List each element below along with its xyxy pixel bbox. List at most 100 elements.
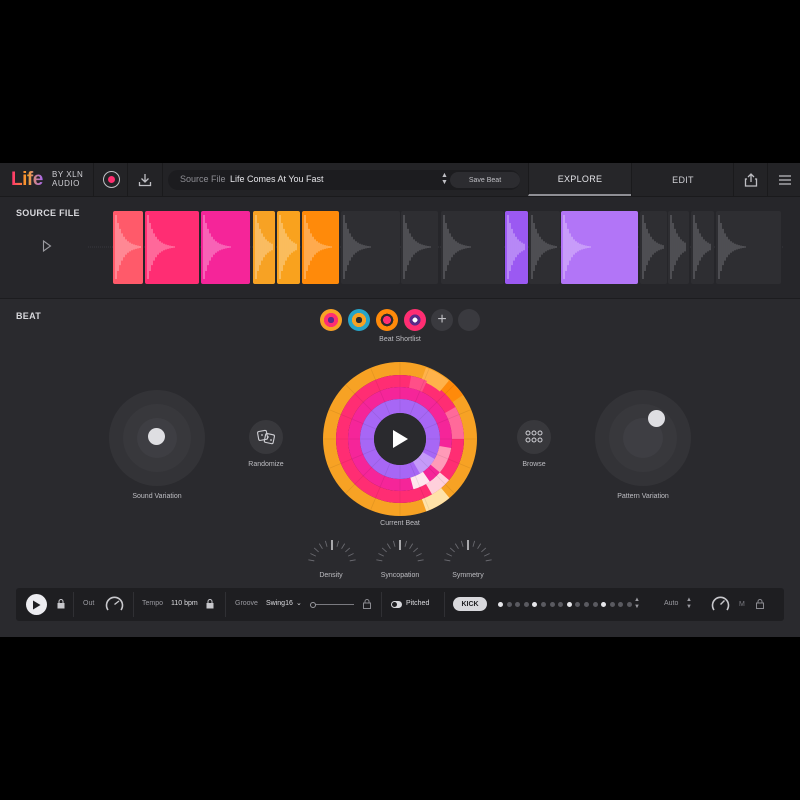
sound-variation-pad[interactable] xyxy=(109,390,205,486)
pattern-variation-handle[interactable] xyxy=(648,410,665,427)
step-button[interactable] xyxy=(592,602,598,607)
step-button[interactable] xyxy=(566,602,572,607)
instrument-selector[interactable]: KICK xyxy=(453,597,487,611)
pattern-variation-label: Pattern Variation xyxy=(617,493,669,500)
instrument-label: KICK xyxy=(461,600,479,608)
beat-section: BEAT + Beat Shortlist Sound Variation Ra… xyxy=(0,299,800,582)
groove-label: Groove xyxy=(235,600,258,607)
tempo-lock-icon[interactable] xyxy=(206,599,214,609)
waveform-segment[interactable] xyxy=(716,211,781,284)
logo-title: Life xyxy=(11,169,43,190)
shortlist-empty-slot[interactable] xyxy=(458,309,480,331)
symmetry-knob[interactable] xyxy=(440,536,496,566)
beat-shortlist-label: Beat Shortlist xyxy=(379,336,421,343)
source-file-label: Source File xyxy=(180,174,226,184)
logo: Life xyxy=(11,169,43,191)
out-label: Out xyxy=(83,600,95,607)
plus-icon: + xyxy=(437,311,447,328)
header-bar: Life BY XLN AUDIO Source File Life Comes… xyxy=(0,163,800,197)
shortlist-beat-1[interactable] xyxy=(320,309,342,331)
density-label: Density xyxy=(319,572,343,579)
sound-variation-handle[interactable] xyxy=(148,428,165,445)
app-window: Life BY XLN AUDIO Source File Life Comes… xyxy=(0,163,800,637)
step-button[interactable] xyxy=(549,602,555,607)
pitched-label: Pitched xyxy=(406,600,430,607)
groove-amount-slider[interactable] xyxy=(310,602,354,608)
record-icon xyxy=(102,171,120,188)
source-file-stepper-icon[interactable]: ▲ ▼ xyxy=(441,172,448,186)
download-icon xyxy=(138,173,152,186)
current-beat-disc[interactable] xyxy=(323,362,477,516)
step-button[interactable] xyxy=(506,602,512,607)
randomize-label: Randomize xyxy=(248,461,284,468)
step-button[interactable] xyxy=(618,602,624,607)
shortlist-beat-3[interactable] xyxy=(376,309,398,331)
waveform-segment[interactable] xyxy=(277,211,300,284)
waveform-segment[interactable] xyxy=(691,211,714,284)
source-waveform[interactable] xyxy=(0,197,800,298)
randomize-button[interactable] xyxy=(249,420,283,454)
step-button[interactable] xyxy=(523,602,529,607)
groove-dropdown[interactable]: Swing16 xyxy=(266,600,293,607)
play-icon xyxy=(33,600,41,609)
step-button[interactable] xyxy=(541,602,546,607)
chevron-down-icon[interactable]: ⌄ xyxy=(296,599,302,607)
tab-explore[interactable]: EXPLORE xyxy=(528,163,631,196)
step-button[interactable] xyxy=(601,602,607,607)
pattern-variation-pad[interactable] xyxy=(595,390,691,486)
tempo-value[interactable]: 110 bpm xyxy=(171,600,198,607)
lock-icon[interactable] xyxy=(57,599,65,609)
record-button[interactable] xyxy=(93,163,128,196)
waveform-segment[interactable] xyxy=(201,211,250,284)
hamburger-menu-icon xyxy=(778,174,791,185)
save-beat-button[interactable]: Save Beat xyxy=(450,172,520,188)
instrument-volume-knob[interactable] xyxy=(710,594,731,615)
logo-audio: AUDIO xyxy=(52,179,80,188)
step-button[interactable] xyxy=(498,602,503,607)
play-icon xyxy=(393,430,408,448)
syncopation-label: Syncopation xyxy=(380,572,420,579)
play-button[interactable] xyxy=(26,594,47,615)
step-button[interactable] xyxy=(609,602,615,607)
share-button[interactable] xyxy=(733,163,768,196)
step-button[interactable] xyxy=(627,602,632,607)
menu-button[interactable] xyxy=(767,163,800,196)
sound-variation-label: Sound Variation xyxy=(132,493,182,500)
syncopation-knob[interactable] xyxy=(372,536,428,566)
mute-label[interactable]: M xyxy=(739,601,745,608)
transport-bar: Out Tempo 110 bpm Groove Swing16 ⌄ Pitch… xyxy=(16,588,784,621)
waveform-segment[interactable] xyxy=(561,211,638,284)
source-file-selector[interactable]: Source File Life Comes At You Fast ▲ ▼ Sa… xyxy=(168,170,520,190)
dice-icon xyxy=(257,429,275,445)
waveform-segment[interactable] xyxy=(401,211,438,284)
step-button[interactable] xyxy=(558,602,564,607)
tempo-label: Tempo xyxy=(142,600,164,607)
browse-label: Browse xyxy=(522,461,546,468)
browse-button[interactable] xyxy=(517,420,551,454)
auto-stepper-icon[interactable]: ▲ ▼ xyxy=(686,597,692,611)
current-beat-label: Current Beat xyxy=(380,520,420,527)
shortlist-beat-2[interactable] xyxy=(348,309,370,331)
groove-lock-icon[interactable] xyxy=(363,599,371,609)
import-button[interactable] xyxy=(127,163,163,196)
play-beat-button[interactable] xyxy=(374,413,426,465)
waveform-segment[interactable] xyxy=(441,211,504,284)
tab-edit[interactable]: EDIT xyxy=(631,163,734,196)
step-button[interactable] xyxy=(532,602,538,607)
waveform-segment[interactable] xyxy=(505,211,528,284)
waveform-segment[interactable] xyxy=(302,211,339,284)
add-shortlist-button[interactable]: + xyxy=(431,309,453,331)
auto-label: Auto xyxy=(664,600,679,607)
grid-dots-icon xyxy=(525,430,543,443)
shortlist-beat-4[interactable] xyxy=(404,309,426,331)
pitched-toggle[interactable] xyxy=(391,601,402,608)
instrument-stepper-icon[interactable]: ▲ ▼ xyxy=(634,597,640,611)
step-button[interactable] xyxy=(515,602,521,607)
instrument-lock-icon[interactable] xyxy=(756,599,764,609)
output-volume-knob[interactable] xyxy=(104,594,125,615)
symmetry-label: Symmetry xyxy=(452,572,484,579)
step-button[interactable] xyxy=(584,602,589,607)
density-knob[interactable] xyxy=(304,536,360,566)
step-button[interactable] xyxy=(575,602,581,607)
logo-subtitle: BY XLN AUDIO xyxy=(52,170,83,188)
